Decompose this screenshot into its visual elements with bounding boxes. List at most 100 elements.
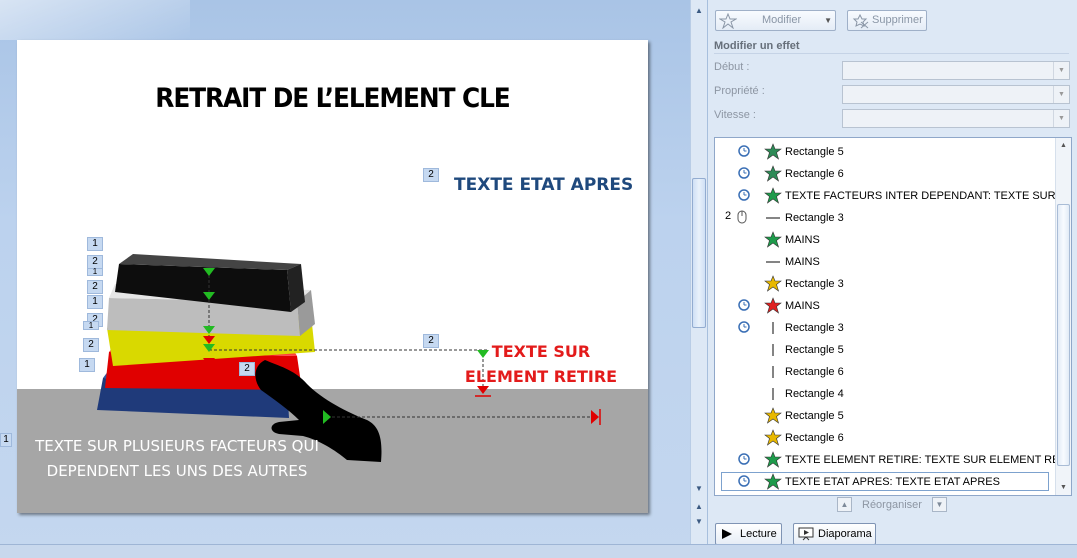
play-label: Lecture xyxy=(740,528,777,540)
animation-order-number: 2 xyxy=(725,210,732,222)
speed-label: Vitesse : xyxy=(714,109,756,121)
animation-list-item[interactable]: Rectangle 6 xyxy=(715,427,1055,449)
clock-icon xyxy=(738,299,750,311)
scroll-down-icon[interactable]: ▼ xyxy=(1058,482,1069,493)
delete-effect-label: Supprimer xyxy=(872,14,923,26)
animation-tag[interactable]: 1 xyxy=(83,321,99,330)
slide-title[interactable]: RETRAIT DE L’ELEMENT CLE xyxy=(42,83,623,114)
text-plusieurs-facteurs[interactable]: TEXTE SUR PLUSIEURS FACTEURS QUI DEPENDE… xyxy=(27,434,327,484)
start-dropdown[interactable]: ▼ xyxy=(842,61,1070,80)
animation-tag[interactable]: 2 xyxy=(87,280,103,294)
section-divider xyxy=(714,53,1069,54)
list-scroll-thumb[interactable] xyxy=(1057,204,1070,466)
animation-list-item[interactable]: Rectangle 5 xyxy=(715,339,1055,361)
chevron-down-icon: ▼ xyxy=(1053,110,1069,127)
animation-tag[interactable]: 1 xyxy=(79,358,95,372)
motion-line-icon xyxy=(766,261,780,263)
previous-slide-icon[interactable]: ▲ xyxy=(692,500,706,514)
animation-tag[interactable]: 2 xyxy=(239,362,255,376)
clock-icon xyxy=(738,321,750,333)
animation-list-scrollbar[interactable]: ▲ ▼ xyxy=(1055,138,1071,495)
animation-list-item[interactable]: MAINS xyxy=(715,251,1055,273)
emphasis-star-icon xyxy=(764,407,782,424)
edge-animation-tag: 1 xyxy=(0,433,12,447)
clock-icon xyxy=(738,167,750,179)
animation-item-label: Rectangle 5 xyxy=(785,344,844,356)
motion-star-icon xyxy=(764,165,782,182)
text-etat-apres[interactable]: TEXTE ETAT APRES xyxy=(454,175,633,195)
animation-list[interactable]: Rectangle 5 Rectangle 6 TEXTE FACTEURS INT… xyxy=(714,137,1072,496)
slide-edit-area: RETRAIT DE L’ELEMENT CLE TEXTE ETAT APRE… xyxy=(0,0,690,558)
text-element-retire[interactable]: TEXTE SUR ELEMENT RETIRE xyxy=(451,339,631,389)
next-slide-icon[interactable]: ▼ xyxy=(692,515,706,529)
animation-list-item[interactable]: 2 Rectangle 3 xyxy=(715,207,1055,229)
animation-item-label: MAINS xyxy=(785,256,820,268)
animation-item-label: TEXTE FACTEURS INTER DEPENDANT: TEXTE SU… xyxy=(785,190,1072,202)
emphasis-star-icon xyxy=(764,275,782,292)
play-button[interactable]: Lecture xyxy=(715,523,782,545)
animation-list-item[interactable]: MAINS xyxy=(715,229,1055,251)
delete-icon xyxy=(852,13,869,29)
motion-line-icon xyxy=(766,217,780,219)
animation-item-label: MAINS xyxy=(785,234,820,246)
entrance-star-icon xyxy=(764,231,782,248)
speed-dropdown[interactable]: ▼ xyxy=(842,109,1070,128)
animation-list-item[interactable]: Rectangle 5 xyxy=(715,141,1055,163)
modify-effect-button[interactable]: Modifier ▼ xyxy=(715,10,836,31)
animation-list-item[interactable]: TEXTE ETAT APRES: TEXTE ETAT APRES xyxy=(715,471,1055,493)
chevron-down-icon: ▼ xyxy=(1053,86,1069,103)
animation-list-item[interactable]: Rectangle 6 xyxy=(715,163,1055,185)
animation-tag[interactable]: 1 xyxy=(87,237,103,251)
motion-star-icon xyxy=(764,143,782,160)
scroll-up-icon[interactable]: ▲ xyxy=(1058,140,1069,151)
slide-canvas[interactable]: RETRAIT DE L’ELEMENT CLE TEXTE ETAT APRE… xyxy=(17,40,648,513)
animation-tag[interactable]: 2 xyxy=(423,168,439,182)
custom-animation-pane: Modifier ▼ Supprimer Modifier un effet D… xyxy=(707,0,1077,558)
animation-item-label: Rectangle 6 xyxy=(785,432,844,444)
move-down-icon[interactable]: ▼ xyxy=(932,497,947,512)
motion-vertical-icon xyxy=(772,388,774,400)
animation-item-label: Rectangle 5 xyxy=(785,410,844,422)
animation-item-label: Rectangle 4 xyxy=(785,388,844,400)
animation-list-item[interactable]: Rectangle 4 xyxy=(715,383,1055,405)
animation-list-item[interactable]: Rectangle 3 xyxy=(715,317,1055,339)
scroll-up-icon[interactable]: ▲ xyxy=(692,4,706,18)
mouse-icon xyxy=(737,210,747,224)
animation-list-item[interactable]: Rectangle 3 xyxy=(715,273,1055,295)
slide-vertical-scrollbar[interactable]: ▲ ▼ ▲ ▼ xyxy=(690,0,707,558)
scroll-thumb[interactable] xyxy=(692,178,706,328)
slideshow-button[interactable]: Diaporama xyxy=(793,523,876,545)
delete-effect-button[interactable]: Supprimer xyxy=(847,10,927,31)
property-dropdown[interactable]: ▼ xyxy=(842,85,1070,104)
modify-effect-section-title: Modifier un effet xyxy=(714,40,800,52)
slideshow-icon xyxy=(798,527,814,541)
animation-list-item[interactable]: TEXTE FACTEURS INTER DEPENDANT: TEXTE SU… xyxy=(715,185,1071,207)
animation-tag[interactable]: 1 xyxy=(87,268,103,276)
animation-list-item[interactable]: Rectangle 5 xyxy=(715,405,1055,427)
scroll-down-icon[interactable]: ▼ xyxy=(692,482,706,496)
play-icon xyxy=(722,529,732,539)
animation-item-label: TEXTE ELEMENT RETIRE: TEXTE SUR ELEMENT … xyxy=(785,454,1072,466)
animation-tag[interactable]: 2 xyxy=(83,338,99,352)
motion-vertical-icon xyxy=(772,366,774,378)
chevron-down-icon: ▼ xyxy=(824,16,832,25)
motion-vertical-icon xyxy=(772,322,774,334)
star-edit-icon xyxy=(719,13,737,29)
animation-item-label: Rectangle 3 xyxy=(785,212,844,224)
animation-list-item[interactable]: MAINS xyxy=(715,295,1055,317)
entrance-star-icon xyxy=(764,451,782,468)
clock-icon xyxy=(738,145,750,157)
animation-item-label: TEXTE ETAT APRES: TEXTE ETAT APRES xyxy=(785,476,1000,488)
animation-item-label: Rectangle 3 xyxy=(785,278,844,290)
move-up-icon[interactable]: ▲ xyxy=(837,497,852,512)
clock-icon xyxy=(738,189,750,201)
property-label: Propriété : xyxy=(714,85,765,97)
animation-list-item[interactable]: TEXTE ELEMENT RETIRE: TEXTE SUR ELEMENT … xyxy=(715,449,1071,471)
animation-list-item[interactable]: Rectangle 6 xyxy=(715,361,1055,383)
animation-item-label: Rectangle 6 xyxy=(785,168,844,180)
animation-tag[interactable]: 1 xyxy=(87,295,103,309)
motion-vertical-icon xyxy=(772,344,774,356)
entrance-star-icon xyxy=(764,473,782,490)
animation-tag[interactable]: 2 xyxy=(423,334,439,348)
chevron-down-icon: ▼ xyxy=(1053,62,1069,79)
